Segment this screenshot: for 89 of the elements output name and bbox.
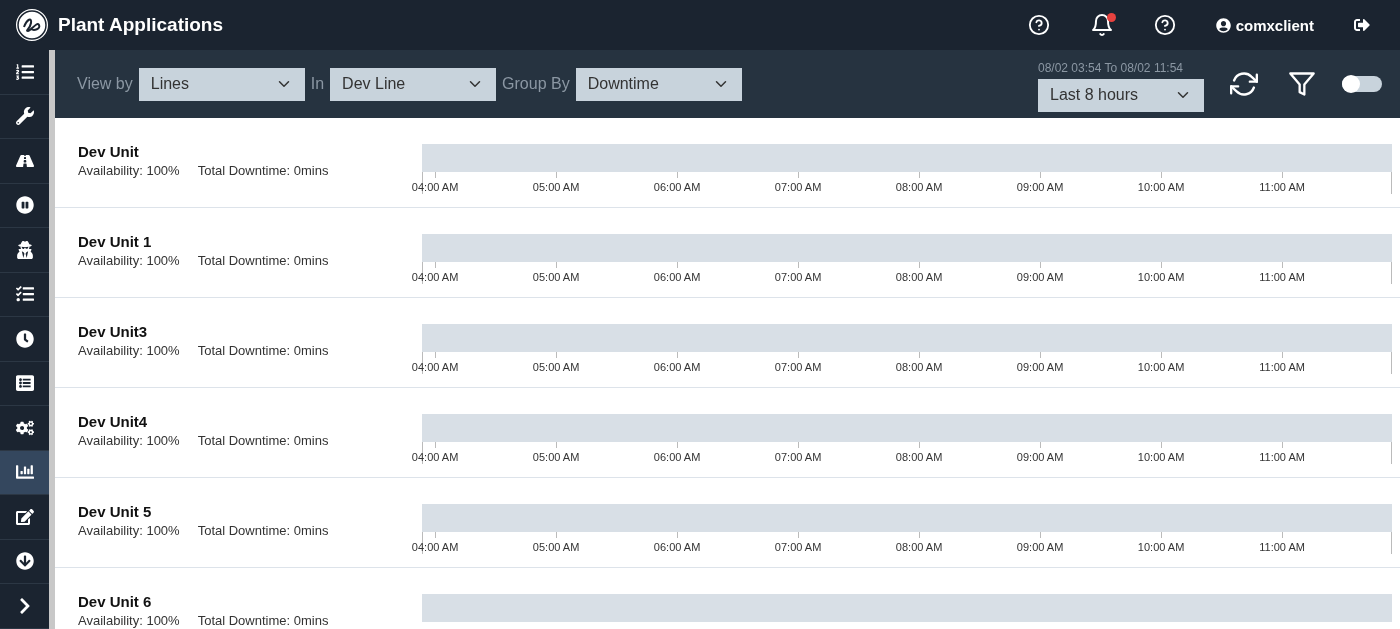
time-label: 05:00 AM: [532, 181, 580, 193]
bell-icon[interactable]: [1089, 13, 1114, 37]
time-label: 09:00 AM: [1016, 451, 1064, 463]
user-icon: [1215, 17, 1231, 33]
filter-label: View by: [77, 75, 133, 93]
time-label: 04:00 AM: [411, 271, 459, 283]
filter-icon[interactable]: [1288, 70, 1316, 98]
filter-label: In: [310, 75, 325, 93]
time-label: 04:00 AM: [411, 541, 459, 553]
time-label: 06:00 AM: [653, 181, 701, 193]
range-text: 08/02 03:54 To 08/02 11:54: [1038, 60, 1185, 75]
availability-text: Availability: 100%: [78, 433, 180, 448]
downtime-text: Total Downtime: 0mins: [197, 163, 329, 178]
clock-icon: [15, 329, 34, 348]
time-label: 04:00 AM: [411, 181, 459, 193]
availability-text: Availability: 100%: [78, 253, 180, 268]
app-title: Plant Applications: [58, 14, 224, 36]
toggle-switch[interactable]: [1342, 76, 1382, 92]
time-label: 07:00 AM: [774, 271, 822, 283]
time-label: 06:00 AM: [653, 361, 701, 373]
availability-text: Availability: 100%: [78, 613, 180, 628]
range-dropdown[interactable]: Last 8 hours: [1038, 78, 1204, 112]
help-icon[interactable]: [1153, 14, 1176, 36]
user-menu[interactable]: comxclient: [1215, 16, 1314, 34]
time-label: 06:00 AM: [653, 271, 701, 283]
sidebar-item[interactable]: [0, 450, 49, 495]
time-label: 09:00 AM: [1016, 271, 1064, 283]
unit-name: Dev Unit 6: [78, 593, 153, 610]
spy-icon: [15, 240, 34, 259]
down-arrow-icon: [15, 552, 34, 571]
time-label: 09:00 AM: [1016, 361, 1064, 373]
time-label: 10:00 AM: [1137, 181, 1185, 193]
time-label: 08:00 AM: [895, 541, 943, 553]
time-label: 10:00 AM: [1137, 451, 1185, 463]
unit-name: Dev Unit 1: [78, 233, 153, 250]
time-label: 09:00 AM: [1016, 541, 1064, 553]
time-label: 04:00 AM: [411, 361, 459, 373]
time-label: 05:00 AM: [532, 451, 580, 463]
downtime-text: Total Downtime: 0mins: [197, 523, 329, 538]
time-label: 09:00 AM: [1016, 181, 1064, 193]
time-label: 04:00 AM: [411, 451, 459, 463]
time-label: 08:00 AM: [895, 181, 943, 193]
time-label: 11:00 AM: [1259, 361, 1305, 373]
downtime-text: Total Downtime: 0mins: [197, 253, 329, 268]
edit-icon: [15, 507, 34, 526]
time-label: 06:00 AM: [653, 451, 701, 463]
time-label: 07:00 AM: [774, 181, 822, 193]
availability-text: Availability: 100%: [78, 163, 180, 178]
downtime-text: Total Downtime: 0mins: [197, 613, 329, 628]
list-icon: [15, 374, 34, 393]
gears-icon: [15, 418, 34, 437]
filter-dropdown[interactable]: Lines: [138, 67, 305, 101]
time-label: 08:00 AM: [895, 451, 943, 463]
unit-name: Dev Unit 5: [78, 503, 153, 520]
time-label: 11:00 AM: [1259, 181, 1305, 193]
time-label: 08:00 AM: [895, 271, 943, 283]
availability-text: Availability: 100%: [78, 523, 180, 538]
checklist-icon: [15, 285, 34, 304]
bar-chart-icon: [15, 463, 34, 482]
filter-dropdown[interactable]: Dev Line: [330, 67, 497, 101]
time-label: 06:00 AM: [653, 541, 701, 553]
logo-icon: [14, 7, 50, 43]
time-label: 07:00 AM: [774, 541, 822, 553]
unit-name: Dev Unit: [78, 143, 140, 160]
refresh-icon[interactable]: [1230, 70, 1258, 98]
time-label: 10:00 AM: [1137, 271, 1185, 283]
time-label: 11:00 AM: [1259, 271, 1305, 283]
time-label: 11:00 AM: [1259, 451, 1305, 463]
time-label: 07:00 AM: [774, 451, 822, 463]
time-label: 05:00 AM: [532, 361, 580, 373]
time-label: 08:00 AM: [895, 361, 943, 373]
downtime-text: Total Downtime: 0mins: [197, 433, 329, 448]
time-label: 10:00 AM: [1137, 361, 1185, 373]
unit-name: Dev Unit4: [78, 413, 149, 430]
filter-label: Group By: [502, 75, 570, 93]
downtime-text: Total Downtime: 0mins: [197, 343, 329, 358]
unit-name: Dev Unit3: [78, 323, 149, 340]
availability-text: Availability: 100%: [78, 343, 180, 358]
time-label: 10:00 AM: [1137, 541, 1185, 553]
time-label: 05:00 AM: [532, 271, 580, 283]
help-icon[interactable]: [1027, 14, 1050, 36]
time-label: 11:00 AM: [1259, 541, 1305, 553]
logout-icon[interactable]: [1354, 17, 1370, 33]
pause-icon: [15, 196, 34, 215]
numbered-list-icon: [15, 62, 34, 81]
filter-dropdown[interactable]: Downtime: [575, 67, 742, 101]
wrench-icon: [15, 107, 34, 126]
time-label: 07:00 AM: [774, 361, 822, 373]
time-label: 05:00 AM: [532, 541, 580, 553]
